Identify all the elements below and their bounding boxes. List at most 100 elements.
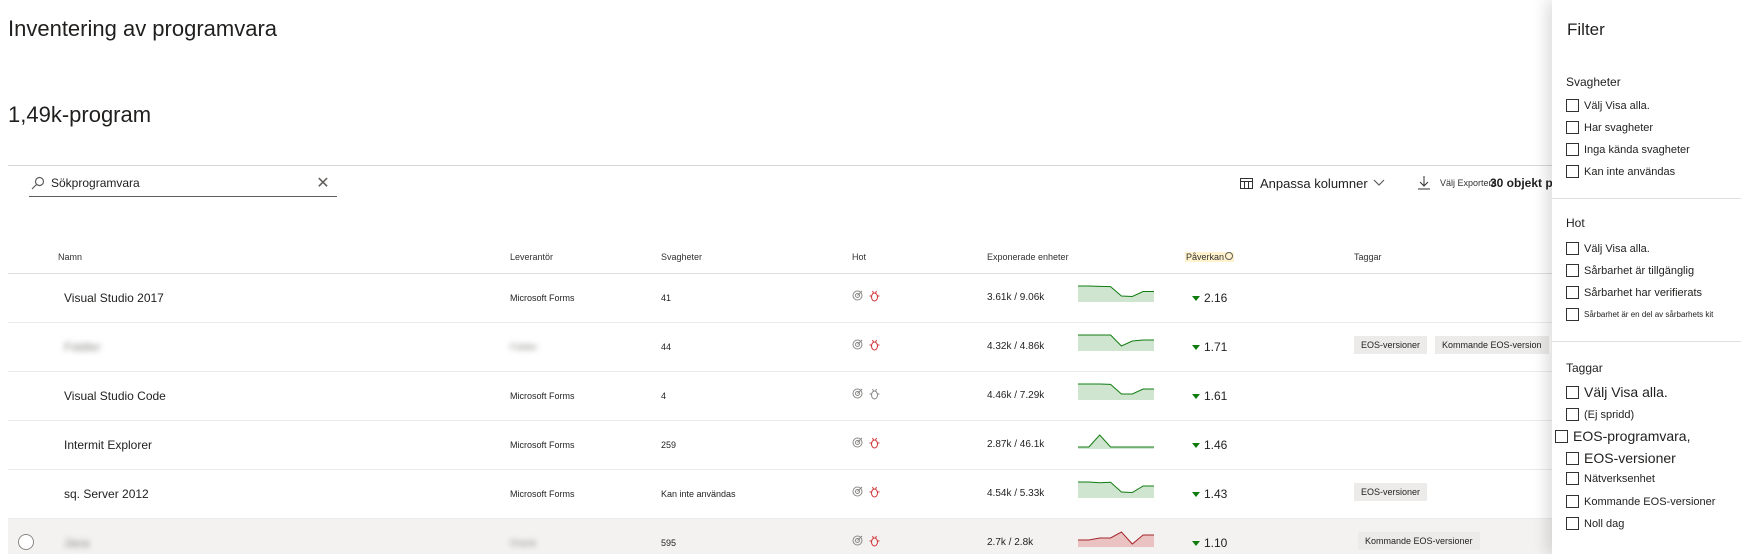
filter-tag-eos-versions[interactable]: EOS-versioner [1566, 450, 1676, 466]
table-row[interactable]: Intermit Explorer Microsoft Forms 259 2.87… [8, 421, 1553, 470]
page-title: Inventering av programvara [8, 16, 278, 41]
option-label: EOS-programvara, [1573, 428, 1691, 444]
checkbox[interactable] [1566, 408, 1579, 421]
trend-sparkline [1078, 531, 1154, 547]
filter-tag-zero-day[interactable]: Noll dag [1566, 517, 1624, 530]
software-name[interactable]: Visual Studio 2017 [64, 291, 164, 305]
bug-icon [869, 486, 880, 498]
filter-tag-unspread[interactable]: (Ej spridd) [1566, 408, 1634, 421]
checkbox[interactable] [1566, 99, 1579, 112]
option-label: Välj Visa alla. [1584, 242, 1650, 255]
checkbox[interactable] [1566, 385, 1579, 399]
software-name[interactable]: Fiddler [64, 340, 101, 354]
filter-threat-verified[interactable]: Sårbarhet har verifierats [1566, 286, 1702, 299]
filter-weak-na[interactable]: Kan inte användas [1566, 165, 1675, 178]
clear-search-icon[interactable]: ✕ [315, 173, 331, 193]
checkbox[interactable] [1566, 264, 1579, 277]
filter-weak-all[interactable]: Välj Visa alla. [1566, 99, 1650, 112]
table-header: Namn Leverantör Svagheter Hot Exponerade… [8, 242, 1553, 274]
option-label: Nätverksenhet [1584, 472, 1655, 485]
col-exposed-devices[interactable]: Exponerade enheter [987, 252, 1069, 262]
filter-weak-has[interactable]: Har svagheter [1566, 121, 1653, 134]
checkbox[interactable] [1566, 286, 1579, 299]
software-name[interactable]: Visual Studio Code [64, 389, 166, 403]
col-weaknesses[interactable]: Svagheter [661, 252, 702, 262]
impact-score: 1.71 [1192, 340, 1227, 354]
software-name[interactable]: sq. Server 2012 [64, 487, 149, 501]
vendor-name: Microsoft Forms [510, 293, 575, 303]
download-icon [1418, 176, 1430, 190]
checkbox[interactable] [1566, 472, 1579, 485]
checkbox[interactable] [1566, 143, 1579, 156]
customize-columns-label: Anpassa kolumner [1260, 176, 1368, 191]
checkbox[interactable] [1566, 165, 1579, 178]
software-name[interactable]: Intermit Explorer [64, 438, 152, 452]
col-impact[interactable]: Påverkan [1185, 252, 1235, 262]
checkbox[interactable] [1566, 451, 1579, 465]
bug-icon [869, 535, 880, 547]
checkbox[interactable] [1555, 429, 1568, 443]
vendor-name: Microsoft Forms [510, 489, 575, 499]
checkbox[interactable] [1566, 517, 1579, 530]
table-row[interactable]: Visual Studio Code Microsoft Forms 4 4.46k… [8, 372, 1553, 421]
col-vendor[interactable]: Leverantör [510, 252, 553, 262]
tag-badge: Kommande EOS-version [1435, 336, 1549, 354]
table-row[interactable]: Visual Studio 2017 Microsoft Forms 41 3.61… [8, 274, 1553, 323]
filter-threat-available[interactable]: Sårbarhet är tillgänglig [1566, 264, 1694, 277]
weakness-count: 595 [661, 538, 677, 548]
exposed-devices: 4.32k / 4.86k [987, 341, 1045, 352]
bug-icon [869, 388, 880, 400]
info-icon[interactable] [1225, 252, 1234, 260]
exploit-icon [852, 388, 863, 399]
table-row[interactable]: Java Oracle 595 2.7k / 2.8k 1.10 Kommande E… [8, 519, 1553, 554]
export-label: Välj Exportera [1440, 178, 1497, 188]
col-name[interactable]: Namn [58, 252, 82, 262]
checkbox[interactable] [1566, 121, 1579, 134]
vendor-name: Microsoft Forms [510, 391, 575, 401]
export-button[interactable]: Välj Exportera [1418, 176, 1497, 190]
col-threats[interactable]: Hot [852, 252, 866, 262]
filter-tag-network-device[interactable]: Nätverksenhet [1566, 472, 1655, 485]
impact-value: 1.43 [1204, 487, 1228, 501]
filter-section-tags: Taggar [1566, 361, 1603, 375]
trend-sparkline [1078, 334, 1154, 351]
option-label: Välj Visa alla. [1584, 384, 1668, 400]
customize-columns-button[interactable]: Anpassa kolumner [1240, 176, 1368, 191]
search-icon [31, 176, 45, 190]
chevron-down-icon[interactable] [1373, 176, 1385, 190]
search-box[interactable]: Sökprogramvara ✕ [29, 170, 337, 197]
exploit-icon [852, 486, 863, 497]
table-row[interactable]: sq. Server 2012 Microsoft Forms Kan inte a… [8, 470, 1553, 519]
filter-threat-all[interactable]: Välj Visa alla. [1566, 242, 1650, 255]
exploit-icon [852, 290, 863, 301]
filter-threat-kit[interactable]: Sårbarhet är en del av sårbarhets kit [1566, 308, 1713, 321]
impact-value: 2.16 [1204, 291, 1228, 305]
checkbox[interactable] [1566, 308, 1579, 321]
option-label: Kan inte användas [1584, 165, 1676, 178]
col-tags[interactable]: Taggar [1354, 252, 1382, 262]
row-select-radio[interactable] [18, 534, 34, 550]
search-input[interactable]: Sökprogramvara [51, 176, 315, 190]
impact-score: 1.10 [1192, 536, 1227, 550]
filter-weak-none[interactable]: Inga kända svagheter [1566, 143, 1690, 156]
checkbox[interactable] [1566, 242, 1579, 255]
threat-indicators [852, 437, 880, 449]
filter-divider [1552, 198, 1741, 199]
bug-icon [869, 290, 880, 302]
exploit-icon [852, 535, 863, 546]
table-row[interactable]: Fiddler Fiddler 44 4.32k / 4.86k 1.71 EOS-v… [8, 323, 1553, 372]
checkbox[interactable] [1566, 495, 1579, 508]
filter-section-threats: Hot [1566, 216, 1585, 230]
trend-down-icon [1192, 491, 1200, 497]
exploit-icon [852, 339, 863, 350]
trend-sparkline [1078, 383, 1154, 400]
trend-down-icon [1192, 393, 1200, 399]
impact-score: 1.43 [1192, 487, 1227, 501]
impact-value: 1.71 [1204, 340, 1228, 354]
filter-tag-all[interactable]: Välj Visa alla. [1566, 384, 1668, 400]
filter-tag-upcoming-eos[interactable]: Kommande EOS-versioner [1566, 495, 1715, 508]
software-name[interactable]: Java [64, 536, 89, 550]
weakness-count: 259 [661, 440, 677, 450]
filter-tag-eos-software[interactable]: EOS-programvara, [1555, 428, 1690, 444]
option-label: Välj Visa alla. [1584, 99, 1650, 112]
